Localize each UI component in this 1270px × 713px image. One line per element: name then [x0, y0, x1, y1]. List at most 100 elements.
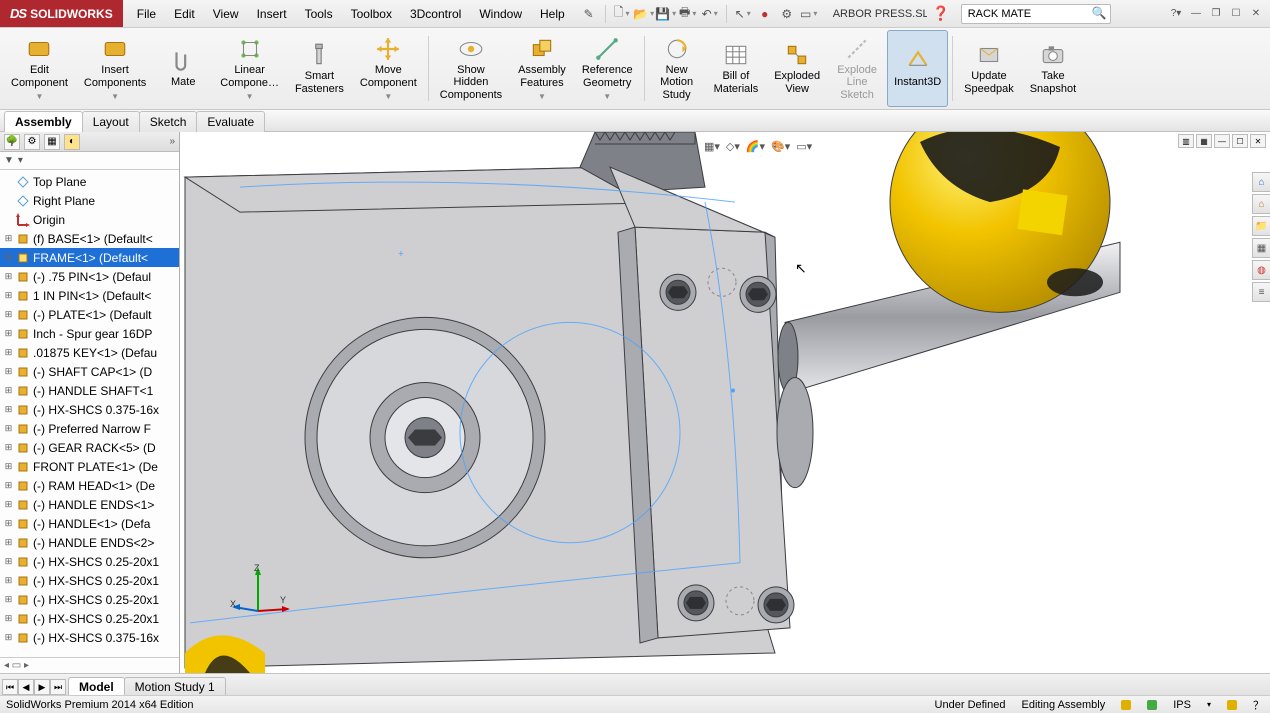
select-icon[interactable]: ↖	[735, 6, 751, 22]
take-snapshot-button[interactable]: TakeSnapshot	[1023, 30, 1083, 107]
help-bubble-icon[interactable]: ❓	[933, 6, 949, 22]
tab-sketch[interactable]: Sketch	[139, 111, 198, 132]
show-hidden-components-button[interactable]: ShowHiddenComponents	[433, 30, 509, 107]
fm-tab-dim-icon[interactable]: ◐	[64, 134, 80, 150]
expand-icon[interactable]: ⊞	[4, 404, 13, 415]
tree-item[interactable]: Right Plane	[0, 191, 179, 210]
tree-item[interactable]: ⊞(-) HX-SHCS 0.25-20x1	[0, 590, 179, 609]
options-icon[interactable]: ⚙	[779, 6, 795, 22]
menu-help[interactable]: Help	[532, 3, 573, 25]
fm-tab-config-icon[interactable]: ▦	[44, 134, 60, 150]
tab-prev-icon[interactable]: ◀	[18, 679, 34, 695]
tree-item[interactable]: ⊞(-) RAM HEAD<1> (De	[0, 476, 179, 495]
tree-item[interactable]: ⊞(-) HX-SHCS 0.375-16x	[0, 628, 179, 647]
linear-component-pattern-button[interactable]: LinearCompone…▼	[213, 30, 286, 107]
expand-icon[interactable]: ⊞	[4, 385, 13, 396]
search-input[interactable]	[961, 4, 1111, 24]
new-motion-study-button[interactable]: NewMotionStudy	[649, 30, 705, 107]
menu-file[interactable]: File	[129, 3, 164, 25]
menu-toolbox[interactable]: Toolbox	[343, 3, 400, 25]
status-indicator-3-icon[interactable]	[1227, 700, 1237, 710]
expand-icon[interactable]: ⊞	[4, 632, 13, 643]
tab-first-icon[interactable]: ⏮	[2, 679, 18, 695]
tree-item[interactable]: ⊞Inch - Spur gear 16DP	[0, 324, 179, 343]
fm-collapse-icon[interactable]: »	[169, 136, 175, 147]
close-icon[interactable]: ✕	[1246, 5, 1266, 23]
tree-item[interactable]: ⊞(-) HX-SHCS 0.25-20x1	[0, 571, 179, 590]
expand-icon[interactable]: ⊞	[4, 537, 13, 548]
bill-of-materials-button[interactable]: Bill ofMaterials	[707, 30, 766, 107]
tree-item[interactable]: ⊞(-) HX-SHCS 0.25-20x1	[0, 552, 179, 571]
expand-icon[interactable]: ⊞	[4, 556, 13, 567]
expand-icon[interactable]: ⊞	[4, 442, 13, 453]
restore-inner-icon[interactable]: ❐	[1206, 5, 1226, 23]
expand-icon[interactable]: ⊞	[4, 499, 13, 510]
tree-item[interactable]: Top Plane	[0, 172, 179, 191]
tab-layout[interactable]: Layout	[82, 111, 140, 132]
tree-item[interactable]: ⊞(-) HX-SHCS 0.25-20x1	[0, 609, 179, 628]
expand-icon[interactable]: ⊞	[4, 366, 13, 377]
tab-evaluate[interactable]: Evaluate	[196, 111, 265, 132]
mate-button[interactable]: Mate	[155, 30, 211, 107]
expand-icon[interactable]: ⊞	[4, 328, 13, 339]
reference-geometry-button[interactable]: ReferenceGeometry▼	[575, 30, 640, 107]
search-icon[interactable]: 🔍	[1092, 6, 1107, 20]
print-icon[interactable]: 🖶	[680, 6, 696, 22]
expand-icon[interactable]: ⊞	[4, 613, 13, 624]
expand-icon[interactable]: ⊞	[4, 423, 13, 434]
update-speedpak-button[interactable]: UpdateSpeedpak	[957, 30, 1021, 107]
tree-item[interactable]: ⊞(-) Preferred Narrow F	[0, 419, 179, 438]
tree-item[interactable]: ⊞FRAME<1> (Default<	[0, 248, 179, 267]
menu-3dcontrol[interactable]: 3Dcontrol	[402, 3, 469, 25]
expand-icon[interactable]: ⊞	[4, 480, 13, 491]
status-units-dd-icon[interactable]: ▾	[1207, 700, 1211, 709]
tree-item[interactable]: ⊞(-) HX-SHCS 0.375-16x	[0, 400, 179, 419]
menu-view[interactable]: View	[205, 3, 247, 25]
expand-icon[interactable]: ⊞	[4, 461, 13, 472]
tree-item[interactable]: ⊞(-) HANDLE ENDS<2>	[0, 533, 179, 552]
tree-item[interactable]: ⊞(f) BASE<1> (Default<	[0, 229, 179, 248]
expand-icon[interactable]: ⊞	[4, 252, 13, 263]
expand-icon[interactable]: ⊞	[4, 347, 13, 358]
expand-icon[interactable]: ⊞	[4, 575, 13, 586]
restore-icon[interactable]: ☐	[1226, 5, 1246, 23]
move-component-button[interactable]: MoveComponent▼	[353, 30, 424, 107]
tree-item[interactable]: ⊞(-) SHAFT CAP<1> (D	[0, 362, 179, 381]
tree-item[interactable]: ⊞(-) HANDLE<1> (Defa	[0, 514, 179, 533]
minimize-icon[interactable]: —	[1186, 5, 1206, 23]
tree-scroll[interactable]: ◂ ▭ ▸	[0, 657, 179, 673]
tree-item[interactable]: ⊞(-) .75 PIN<1> (Defaul	[0, 267, 179, 286]
graphics-viewport[interactable]: ⤢ 🔍 ↺ ◧ ▦▾ ◇▾ 🌈▾ 🎨▾ ▭▾ ▥ ▦ — ☐ ✕ ⌂ ⌂ 📁 ▦…	[180, 132, 1270, 673]
tree-item[interactable]: Origin	[0, 210, 179, 229]
feature-tree[interactable]: Top PlaneRight PlaneOrigin⊞(f) BASE<1> (…	[0, 170, 179, 657]
assembly-features-button[interactable]: AssemblyFeatures▼	[511, 30, 573, 107]
expand-icon[interactable]: ⊞	[4, 233, 13, 244]
tab-model[interactable]: Model	[68, 677, 125, 696]
insert-components-button[interactable]: InsertComponents▼	[77, 30, 153, 107]
tree-item[interactable]: ⊞1 IN PIN<1> (Default<	[0, 286, 179, 305]
tree-item[interactable]: ⊞(-) HANDLE SHAFT<1	[0, 381, 179, 400]
tree-item[interactable]: ⊞.01875 KEY<1> (Defau	[0, 343, 179, 362]
window-icon[interactable]: ▭	[801, 6, 817, 22]
new-icon[interactable]: 🗋	[614, 6, 630, 22]
instant3d-button[interactable]: Instant3D	[887, 30, 948, 107]
menu-edit[interactable]: Edit	[166, 3, 203, 25]
script-icon[interactable]: ✎	[581, 6, 597, 22]
tab-assembly[interactable]: Assembly	[4, 111, 83, 132]
rebuild-icon[interactable]: ●	[757, 6, 773, 22]
status-help-icon[interactable]: ？	[1253, 697, 1264, 713]
tab-last-icon[interactable]: ⏭	[50, 679, 66, 695]
tree-item[interactable]: ⊞FRONT PLATE<1> (De	[0, 457, 179, 476]
tab-next-icon[interactable]: ▶	[34, 679, 50, 695]
tab-motion-study[interactable]: Motion Study 1	[124, 677, 226, 696]
expand-icon[interactable]: ⊞	[4, 309, 13, 320]
smart-fasteners-button[interactable]: SmartFasteners	[288, 30, 351, 107]
expand-icon[interactable]: ⊞	[4, 594, 13, 605]
menu-insert[interactable]: Insert	[249, 3, 295, 25]
tree-item[interactable]: ⊞(-) GEAR RACK<5> (D	[0, 438, 179, 457]
edit-component-button[interactable]: EditComponent▼	[4, 30, 75, 107]
feature-filter[interactable]: ▼▾	[0, 152, 179, 170]
tree-item[interactable]: ⊞(-) HANDLE ENDS<1>	[0, 495, 179, 514]
expand-icon[interactable]: ⊞	[4, 271, 13, 282]
menu-window[interactable]: Window	[471, 3, 530, 25]
